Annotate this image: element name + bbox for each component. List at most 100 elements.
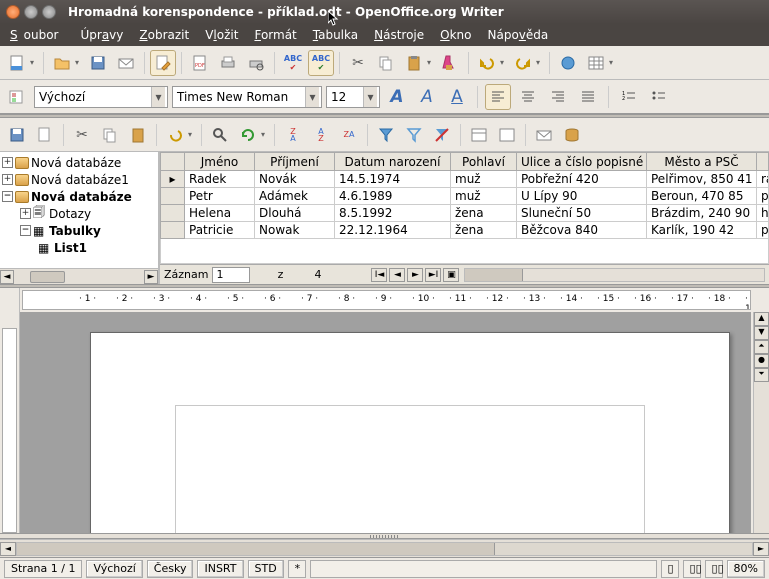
db-edit-button[interactable]	[32, 122, 58, 148]
row-marker[interactable]	[161, 205, 185, 222]
paste-button[interactable]	[401, 50, 427, 76]
tree-item-tables[interactable]: −▦Tabulky	[2, 222, 156, 239]
db-autofilter-button[interactable]	[373, 122, 399, 148]
status-page[interactable]: Strana 1 / 1	[4, 560, 82, 578]
new-doc-button[interactable]	[4, 50, 30, 76]
align-right-button[interactable]	[545, 84, 571, 110]
db-refresh-button[interactable]	[235, 122, 261, 148]
status-style[interactable]: Výchozí	[86, 560, 142, 578]
status-language[interactable]: Česky	[147, 560, 194, 578]
record-prev-button[interactable]: ◄	[389, 268, 405, 282]
table-row[interactable]: ▸ RadekNovák 14.5.1974muž Pobřežní 420Pe…	[161, 171, 769, 188]
menu-format[interactable]: Formát	[248, 26, 302, 44]
autospell-button[interactable]: ABC✔	[308, 50, 334, 76]
db-removefilter-button[interactable]	[429, 122, 455, 148]
align-justify-button[interactable]	[575, 84, 601, 110]
font-size-combo[interactable]: 12▾	[326, 86, 380, 108]
grid-hscroll[interactable]	[464, 268, 765, 282]
horizontal-scrollbar[interactable]: ◄ ►	[0, 539, 769, 557]
save-button[interactable]	[85, 50, 111, 76]
tree-item-list1[interactable]: ▦List1	[2, 239, 156, 256]
open-button[interactable]	[49, 50, 75, 76]
tree-hscroll[interactable]: ◄ ►	[0, 268, 158, 284]
horizontal-ruler[interactable]: · 1 ·· 2 ·· 3 ·· 4 ·· 5 ·· 6 ·· 7 ·· 8 ·…	[22, 290, 751, 310]
cut-button[interactable]: ✂	[345, 50, 371, 76]
styles-button[interactable]	[4, 84, 30, 110]
table-row[interactable]: PetrAdámek 4.6.1989muž U Lípy 90Beroun, …	[161, 188, 769, 205]
status-zoom[interactable]: 80%	[727, 560, 765, 578]
expand-icon[interactable]: +	[2, 157, 13, 168]
page-down-icon[interactable]: ⏷	[754, 368, 769, 382]
record-new-button[interactable]: ▣	[443, 268, 459, 282]
table-button[interactable]	[583, 50, 609, 76]
window-maximize-button[interactable]	[42, 5, 56, 19]
col-jmeno[interactable]: Jméno	[185, 153, 255, 171]
print-preview-button[interactable]	[243, 50, 269, 76]
tree-item-db1[interactable]: +Nová databáze1	[2, 171, 156, 188]
undo-dropdown[interactable]: ▾	[500, 58, 508, 67]
scroll-down-icon[interactable]: ▼	[754, 326, 769, 340]
underline-button[interactable]: A	[444, 84, 470, 110]
record-current[interactable]: 1	[212, 267, 250, 283]
bold-button[interactable]: A	[384, 84, 410, 110]
db-paste-button[interactable]	[125, 122, 151, 148]
menu-napoveda[interactable]: Nápověda	[482, 26, 555, 44]
menu-nastroje[interactable]: Nástroje	[368, 26, 430, 44]
scroll-right-icon[interactable]: ►	[753, 542, 769, 556]
copy-button[interactable]	[373, 50, 399, 76]
row-marker[interactable]	[161, 222, 185, 239]
collapse-icon[interactable]: −	[20, 225, 31, 236]
edit-mode-button[interactable]	[150, 50, 176, 76]
db-filter-button[interactable]	[401, 122, 427, 148]
expand-icon[interactable]: +	[20, 208, 31, 219]
record-last-button[interactable]: ►I	[425, 268, 441, 282]
db-sort-button[interactable]: ZA	[336, 122, 362, 148]
collapse-icon[interactable]: −	[2, 191, 13, 202]
spellcheck-button[interactable]: ABC✔	[280, 50, 306, 76]
scroll-right-icon[interactable]: ►	[144, 270, 158, 284]
window-minimize-button[interactable]	[24, 5, 38, 19]
grid-rowhead[interactable]	[161, 153, 185, 171]
nav-icon[interactable]: ●	[754, 354, 769, 368]
font-name-combo[interactable]: Times New Roman▾	[172, 86, 322, 108]
tree-item-db0[interactable]: +Nová databáze	[2, 154, 156, 171]
menu-soubor[interactable]: Soubor	[4, 26, 70, 44]
db-mailmerge-button[interactable]	[531, 122, 557, 148]
scroll-thumb[interactable]	[17, 543, 495, 555]
status-selection-mode[interactable]: STD	[248, 560, 284, 578]
chevron-down-icon[interactable]: ▾	[151, 87, 165, 107]
align-center-button[interactable]	[515, 84, 541, 110]
col-ulice[interactable]: Ulice a číslo popisné	[517, 153, 647, 171]
text-frame[interactable]	[175, 405, 645, 533]
db-find-button[interactable]	[207, 122, 233, 148]
window-close-button[interactable]	[6, 5, 20, 19]
table-dropdown[interactable]: ▾	[609, 58, 617, 67]
numbered-list-button[interactable]: 12	[616, 84, 642, 110]
col-mesto[interactable]: Město a PSČ	[647, 153, 757, 171]
scroll-up-icon[interactable]: ▲	[754, 312, 769, 326]
record-first-button[interactable]: I◄	[371, 268, 387, 282]
col-extra[interactable]	[757, 153, 769, 171]
db-save-button[interactable]	[4, 122, 30, 148]
status-insert-mode[interactable]: INSRT	[197, 560, 243, 578]
undo-button[interactable]	[474, 50, 500, 76]
db-sort-desc-button[interactable]: AZ	[308, 122, 334, 148]
db-copy-button[interactable]	[97, 122, 123, 148]
vertical-scrollbar[interactable]: ▲ ▼ ⏶ ● ⏷	[753, 312, 769, 533]
scroll-thumb[interactable]	[30, 271, 65, 283]
table-row[interactable]: HelenaDlouhá 8.5.1992žena Sluneční 50Brá…	[161, 205, 769, 222]
paragraph-style-combo[interactable]: Výchozí▾	[34, 86, 168, 108]
scroll-left-icon[interactable]: ◄	[0, 270, 14, 284]
db-undo-button[interactable]	[162, 122, 188, 148]
menu-zobrazit[interactable]: Zobrazit	[133, 26, 195, 44]
tree-item-db2[interactable]: −Nová databáze	[2, 188, 156, 205]
col-pohlavi[interactable]: Pohlaví	[451, 153, 517, 171]
chevron-down-icon[interactable]: ▾	[363, 87, 377, 107]
menu-tabulka[interactable]: Tabulka	[307, 26, 364, 44]
menu-vlozit[interactable]: Vložit	[199, 26, 244, 44]
scroll-thumb[interactable]	[465, 269, 523, 281]
col-prijmeni[interactable]: Příjmení	[255, 153, 335, 171]
new-doc-dropdown[interactable]: ▾	[30, 58, 38, 67]
redo-dropdown[interactable]: ▾	[536, 58, 544, 67]
page-up-icon[interactable]: ⏶	[754, 340, 769, 354]
